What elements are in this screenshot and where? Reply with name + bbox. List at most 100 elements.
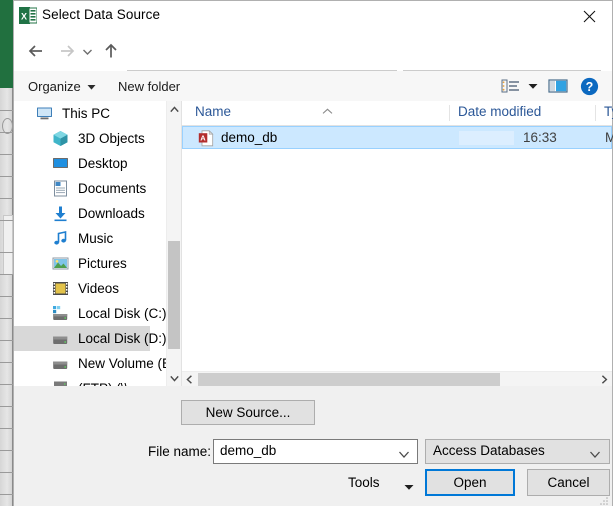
scroll-down-icon[interactable] — [167, 370, 181, 386]
view-options-chevron-icon[interactable] — [524, 75, 542, 97]
file-name-cell: demo_db — [221, 130, 278, 145]
sidebar-item-label: This PC — [62, 106, 111, 121]
column-divider[interactable] — [449, 105, 450, 121]
access-database-icon: A — [198, 130, 215, 147]
open-button[interactable]: Open — [425, 469, 515, 496]
file-type-cell: Micr — [605, 130, 613, 145]
toolbar-right-icons: ? — [497, 75, 604, 97]
this-pc-icon — [36, 105, 53, 122]
view-options-icon[interactable] — [497, 75, 524, 97]
column-header-name[interactable]: Name — [195, 104, 231, 119]
scroll-up-icon[interactable] — [167, 101, 181, 117]
videos-icon — [52, 280, 69, 297]
file-type-filter-dropdown[interactable]: Access Databases — [425, 439, 610, 464]
sidebar-item-new-volume-e[interactable]: New Volume (E:) — [14, 351, 166, 376]
file-name-label: File name: — [148, 444, 212, 459]
drive-icon — [52, 355, 69, 372]
pictures-icon — [52, 255, 69, 272]
excel-row-divider — [0, 252, 13, 253]
new-folder-button[interactable]: New folder — [118, 76, 180, 96]
chevron-down-icon[interactable] — [398, 446, 410, 464]
sidebar-item-label: 3D Objects — [78, 131, 145, 146]
file-name-input[interactable]: demo_db — [213, 439, 418, 464]
column-header-row: Name Date modified Type — [182, 101, 613, 126]
column-header-date-modified[interactable]: Date modified — [458, 104, 541, 119]
forward-button — [54, 38, 80, 64]
excel-row-divider — [0, 176, 13, 177]
scroll-thumb[interactable] — [198, 373, 500, 386]
organize-button[interactable]: Organize — [28, 76, 96, 96]
sidebar-item-3d-objects[interactable]: 3D Objects — [14, 126, 150, 151]
navigation-pane-scrollbar[interactable] — [166, 101, 181, 386]
sidebar-item-videos[interactable]: Videos — [14, 276, 150, 301]
file-list-horizontal-scrollbar[interactable] — [182, 371, 612, 387]
svg-text:A: A — [200, 134, 206, 143]
sidebar-item-music[interactable]: Music — [14, 226, 150, 251]
excel-row-divider — [0, 274, 13, 275]
tools-button[interactable]: Tools — [348, 469, 416, 496]
column-divider[interactable] — [595, 105, 596, 121]
excel-row-divider — [0, 428, 13, 429]
file-name-value: demo_db — [220, 443, 277, 458]
navigation-pane: This PC 3D Objects Desktop Documents Downloa… — [14, 101, 166, 386]
sidebar-item-label: Desktop — [78, 156, 128, 171]
sidebar-item-label: Music — [78, 231, 114, 246]
scroll-thumb[interactable] — [168, 241, 180, 349]
up-button[interactable] — [98, 38, 124, 64]
excel-row-divider — [0, 154, 13, 155]
sidebar-item-downloads[interactable]: Downloads — [14, 201, 150, 226]
excel-row-divider — [0, 318, 13, 319]
close-button[interactable] — [567, 1, 612, 31]
drive-icon — [52, 330, 69, 347]
svg-text:?: ? — [585, 80, 593, 94]
sidebar-item-label: Downloads — [78, 206, 145, 221]
dialog-footer: New Source... File name: demo_db Access … — [14, 386, 612, 506]
excel-row-divider — [0, 132, 13, 133]
3d-objects-icon — [52, 130, 69, 147]
excel-scroll-thumb — [3, 215, 13, 275]
scroll-right-icon[interactable] — [597, 372, 612, 387]
excel-row-divider — [0, 406, 13, 407]
sort-ascending-icon — [322, 102, 333, 120]
chevron-down-icon — [87, 79, 96, 94]
new-source-label: New Source... — [205, 405, 291, 420]
command-toolbar: Organize New folder ? — [14, 71, 612, 102]
local-disk-icon — [52, 305, 69, 322]
cancel-label: Cancel — [547, 475, 590, 490]
file-list-pane: Name Date modified Type — [182, 101, 613, 386]
recent-locations-button[interactable] — [78, 38, 96, 64]
excel-row-divider — [0, 362, 13, 363]
sidebar-item-ftp[interactable]: (FTP) (\\ — [14, 376, 150, 386]
sidebar-item-desktop[interactable]: Desktop — [14, 151, 150, 176]
date-modified-cell — [459, 131, 514, 145]
title-bar: X Select Data Source — [14, 1, 612, 31]
sidebar-item-label: Documents — [78, 181, 147, 196]
navigation-tree: This PC 3D Objects Desktop Documents Downloa… — [14, 101, 166, 386]
time-modified-cell: 16:33 — [523, 130, 557, 145]
help-icon[interactable]: ? — [574, 75, 604, 97]
sidebar-item-pictures[interactable]: Pictures — [14, 251, 150, 276]
new-source-button[interactable]: New Source... — [181, 400, 315, 425]
sidebar-item-documents[interactable]: Documents — [14, 176, 150, 201]
excel-row-divider — [0, 296, 13, 297]
file-type-filter-value: Access Databases — [433, 443, 545, 458]
preview-pane-icon[interactable] — [542, 75, 574, 97]
chevron-down-icon — [404, 479, 414, 494]
sidebar-item-local-disk-c[interactable]: Local Disk (C:) — [14, 301, 166, 326]
excel-icon: X — [19, 6, 38, 25]
desktop-icon — [52, 155, 69, 172]
window-title: Select Data Source — [42, 7, 161, 22]
cancel-button[interactable]: Cancel — [527, 469, 610, 496]
sidebar-item-local-disk-d[interactable]: Local Disk (D:) — [14, 326, 166, 351]
new-folder-label: New folder — [118, 78, 181, 94]
tools-label: Tools — [348, 475, 380, 490]
excel-row-divider — [0, 220, 13, 221]
resize-grip[interactable] — [599, 493, 609, 505]
sidebar-item-this-pc[interactable]: This PC — [14, 101, 150, 126]
column-header-type[interactable]: Type — [604, 104, 613, 119]
scroll-left-icon[interactable] — [182, 372, 197, 387]
back-button[interactable] — [23, 38, 49, 64]
table-row[interactable]: A demo_db 16:33 Micr — [182, 126, 613, 149]
chevron-down-icon[interactable] — [589, 446, 601, 464]
downloads-icon — [52, 205, 69, 222]
